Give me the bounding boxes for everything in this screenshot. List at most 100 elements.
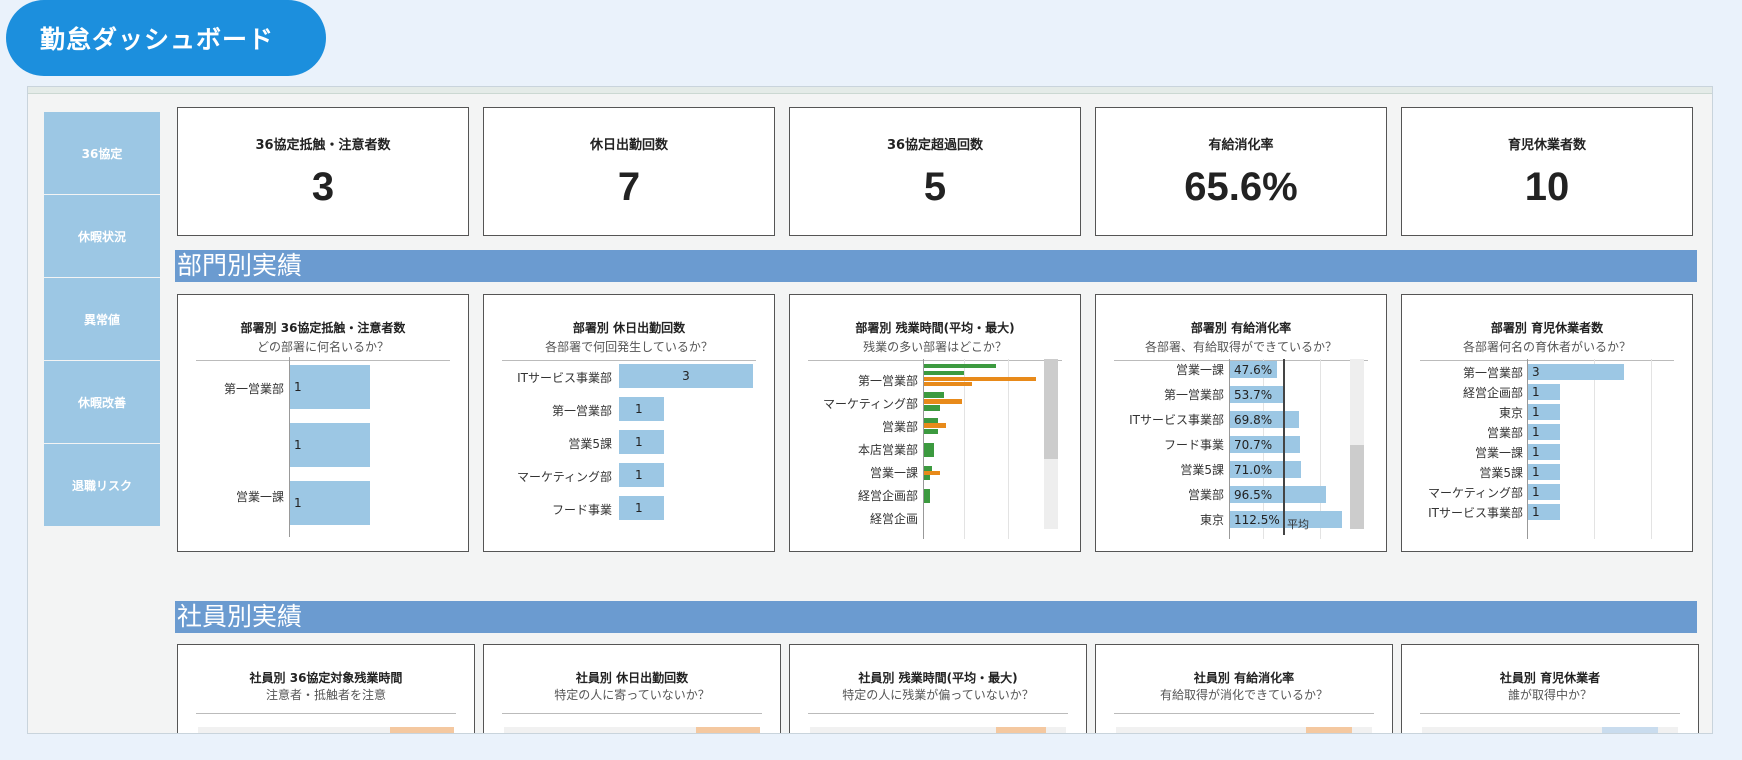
kpi-value: 7 (617, 165, 641, 209)
sidebar-item-anomaly[interactable]: 異常値 (44, 278, 160, 360)
gridline (1008, 359, 1009, 539)
panel-subtitle: 有給取得が消化できているか？ (1159, 688, 1328, 702)
bar[interactable]: 1 (619, 430, 664, 454)
gridline (964, 359, 965, 539)
kpi-title: 36協定超過回数 (886, 138, 984, 153)
kpi-title: 有給消化率 (1208, 138, 1274, 153)
scrollbar[interactable] (1350, 359, 1364, 529)
section-header-dept: 部門別実績 (175, 250, 1697, 282)
bar[interactable]: 69.8% (1230, 411, 1299, 428)
bar[interactable]: 1 (1528, 404, 1560, 420)
kpi-value: 10 (1524, 165, 1570, 209)
kpi-card-paid-leave-rate: 有給消化率 65.6% (1095, 107, 1387, 236)
section-header-employee: 社員別実績 (175, 601, 1697, 633)
kpi-value: 3 (311, 165, 335, 209)
bar[interactable]: 1 (1528, 424, 1560, 440)
table-row[interactable] (1422, 727, 1678, 733)
highlight-cell (696, 727, 760, 733)
bar[interactable]: 1 (290, 365, 370, 409)
kpi-title: 休日出勤回数 (589, 138, 668, 153)
bar-label: 第一営業部 (1462, 366, 1523, 380)
bar-label: 第一営業部 (551, 404, 612, 418)
bar[interactable]: 47.6% (1230, 361, 1277, 378)
kpi-value: 5 (923, 165, 947, 209)
bar[interactable]: 1 (1528, 444, 1560, 460)
panel-title: 社員別 育児休業者 (1499, 671, 1601, 685)
bar[interactable]: 96.5% (1230, 486, 1326, 503)
bar-label: 営業部 (1187, 488, 1224, 502)
bar[interactable]: 71.0% (1230, 461, 1301, 478)
bar-label: 第一営業部 (223, 382, 284, 396)
max-bar (924, 377, 1036, 381)
panel-subtitle: 各部署、有給取得ができているか？ (1144, 340, 1337, 354)
table-row[interactable] (810, 727, 1066, 733)
divider (196, 360, 450, 361)
sidebar-item-leave-status[interactable]: 休暇状況 (44, 195, 160, 277)
axis-line (1527, 359, 1528, 539)
bar[interactable]: 1 (290, 481, 370, 525)
divider (1114, 713, 1374, 714)
average-reference-line (1283, 359, 1285, 535)
table-row[interactable] (1116, 727, 1372, 733)
bar[interactable]: 1 (1528, 484, 1560, 500)
divider (502, 360, 756, 361)
bar[interactable]: 3 (1528, 364, 1624, 380)
bar-label: マーケティング部 (516, 470, 612, 484)
axis-line (289, 357, 290, 537)
highlight-cell (390, 727, 454, 733)
bar-label: 営業部 (881, 420, 918, 434)
divider (196, 713, 456, 714)
sidebar-item-leave-improvement[interactable]: 休暇改善 (44, 361, 160, 443)
scrollbar-thumb[interactable] (1350, 445, 1364, 529)
bar[interactable]: 1 (619, 463, 664, 487)
bar[interactable]: 70.7% (1230, 436, 1300, 453)
panel-dept-overtime: 部署別 残業時間(平均・最大) 残業の多い部署はどこか？ 第一営業部 マーケティ… (789, 294, 1081, 552)
bar[interactable]: 112.5% (1230, 511, 1342, 528)
bar[interactable]: 1 (1528, 384, 1560, 400)
panel-title: 部署別 有給消化率 (1190, 321, 1292, 335)
sidebar-item-36kyotei[interactable]: 36協定 (44, 112, 160, 194)
bar[interactable]: 1 (1528, 464, 1560, 480)
kpi-card-36-violation: 36協定抵触・注意者数 3 (177, 107, 469, 236)
dashboard-frame: 36協定 休暇状況 異常値 休暇改善 退職リスク 36協定抵触・注意者数 3 休… (27, 86, 1713, 734)
bar[interactable]: 1 (1528, 504, 1560, 520)
bar-label: ITサービス事業部 (1129, 413, 1224, 427)
panel-subtitle: 各部署で何回発生しているか？ (545, 340, 713, 354)
bar-label: 本店営業部 (857, 443, 918, 457)
gridline (1594, 359, 1595, 539)
avg-bar (924, 371, 964, 375)
table-row[interactable] (198, 727, 454, 733)
avg-bar (924, 405, 940, 411)
bar-label: 営業一課 (869, 466, 918, 480)
bar-label: 営業5課 (1180, 463, 1224, 477)
bar-label: ITサービス事業部 (517, 371, 612, 385)
panel-dept-36-violation: 部署別 36協定抵触・注意者数 どの部署に何名いるか？ 第一営業部 1 1 営業… (177, 294, 469, 552)
panel-emp-childcare: 社員別 育児休業者 誰が取得中か？ (1401, 644, 1699, 733)
kpi-card-holiday-work: 休日出勤回数 7 (483, 107, 775, 236)
bar[interactable]: 3 (619, 364, 753, 388)
bar-label: マーケティング部 (1427, 486, 1523, 500)
bar[interactable]: 1 (619, 397, 664, 421)
bar[interactable]: 1 (619, 496, 664, 520)
bar[interactable]: 53.7% (1230, 386, 1283, 403)
scrollbar-thumb[interactable] (1044, 359, 1058, 459)
panel-title: 部署別 残業時間(平均・最大) (855, 321, 1015, 335)
divider (808, 360, 1062, 361)
panel-subtitle: 注意者・抵触者を注意 (265, 688, 386, 702)
kpi-card-childcare-leave: 育児休業者数 10 (1401, 107, 1693, 236)
bar-label: 第一営業部 (1163, 388, 1224, 402)
scrollbar[interactable] (1044, 359, 1058, 529)
avg-bar (924, 489, 930, 503)
panel-subtitle: 残業の多い部署はどこか？ (863, 340, 1007, 354)
bar-label: 経営企画部 (857, 489, 918, 503)
bar-label: 第一営業部 (857, 374, 918, 388)
bar[interactable]: 1 (290, 423, 370, 467)
table-row[interactable] (504, 727, 760, 733)
axis-line (923, 359, 924, 539)
max-bar (924, 423, 946, 428)
divider (1420, 713, 1680, 714)
panel-subtitle: 各部署何名の育休者がいるか？ (1462, 340, 1631, 354)
bar-label: 営業5課 (1479, 466, 1523, 480)
sidebar-item-turnover-risk[interactable]: 退職リスク (44, 444, 160, 526)
bar-label: マーケティング部 (822, 397, 918, 411)
